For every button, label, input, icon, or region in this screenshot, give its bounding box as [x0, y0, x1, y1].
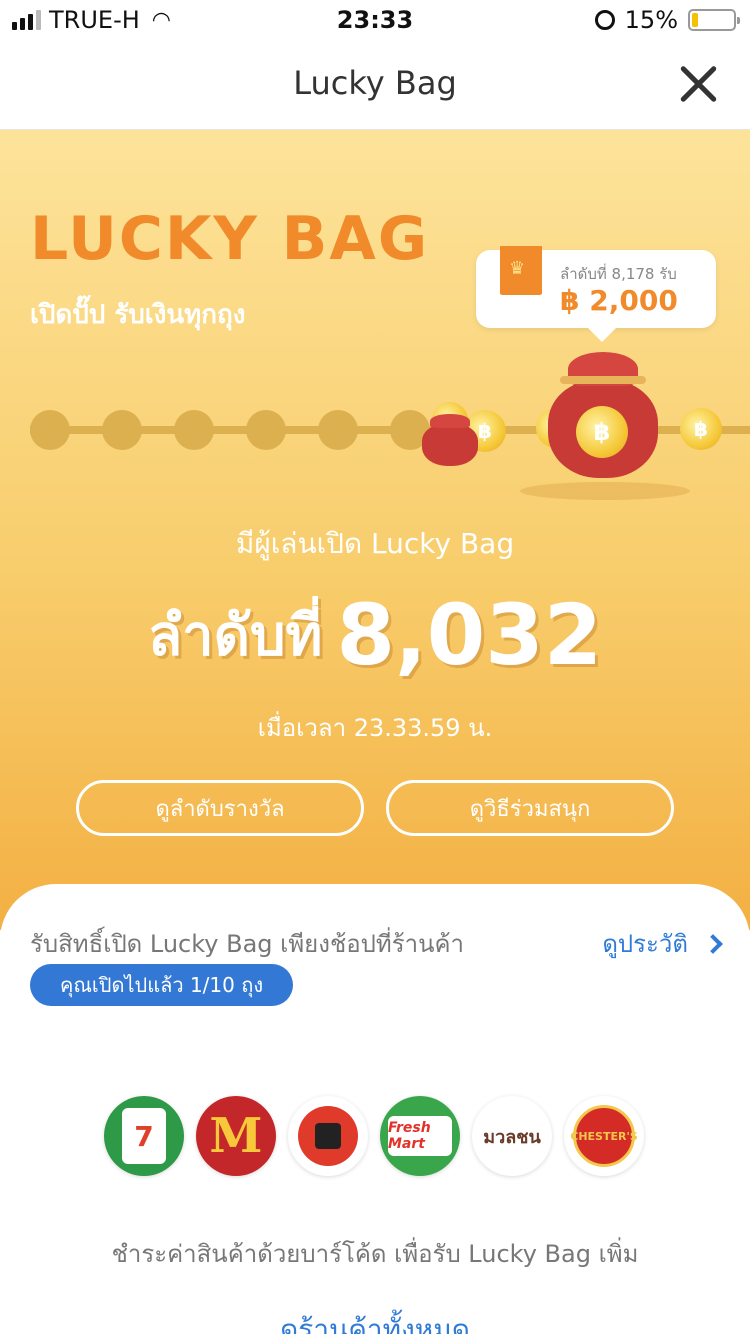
view-rewards-button[interactable]: ดูลำดับรางวัล: [76, 780, 364, 836]
ribbon-icon: ♛: [500, 246, 542, 294]
rank-number: 8,032: [336, 586, 603, 684]
coffee-cup-icon: [315, 1123, 341, 1149]
page-title: Lucky Bag: [293, 64, 457, 102]
alarm-icon: [594, 10, 615, 30]
mcdonalds-logo[interactable]: M: [196, 1096, 276, 1176]
close-icon[interactable]: [676, 62, 720, 106]
true-coffee-logo[interactable]: [288, 1096, 368, 1176]
cafe-logo[interactable]: มวลชน: [472, 1096, 552, 1176]
progress-dot: [318, 410, 358, 450]
rank-label: ลำดับที่: [147, 603, 323, 669]
progress-dot: [102, 410, 142, 450]
battery-percent: 15%: [624, 6, 678, 34]
prize-amount: ฿ 2,000: [560, 284, 678, 317]
navigation-bar: Lucky Bag: [0, 40, 750, 130]
chevron-right-icon: [703, 933, 723, 954]
bag-tie: [560, 376, 646, 384]
history-link-label: ดูประวัติ: [602, 930, 688, 958]
progress-dot: [30, 410, 70, 450]
prize-rank-text: ลำดับที่ 8,178 รับ: [560, 265, 677, 283]
pay-text: ชำระค่าสินค้าด้วยบาร์โค้ด เพื่อรับ Lucky…: [111, 1240, 639, 1268]
open-time: เมื่อเวลา 23.33.59 น.: [257, 714, 493, 742]
players-text: มีผู้เล่นเปิด Lucky Bag: [235, 527, 515, 560]
tagline: เปิดปั๊ป รับเงินทุกถุง: [30, 300, 246, 330]
opened-count-pill: คุณเปิดไปแล้ว 1/10 ถุง: [30, 964, 294, 1006]
history-link[interactable]: ดูประวัติ: [602, 924, 723, 963]
coin-icon: ฿: [680, 408, 722, 450]
cp-freshmart-logo[interactable]: Fresh Mart: [380, 1096, 460, 1176]
rank-display: ลำดับที่ 8,032: [0, 586, 750, 684]
battery-icon: [688, 9, 740, 31]
coin-icon: ฿: [576, 406, 628, 458]
freshmart-mark: Fresh Mart: [388, 1116, 452, 1156]
battery-fill: [692, 13, 698, 27]
status-bar: TRUE-H ◠ 23:33 15%: [0, 0, 750, 40]
bottom-sheet: รับสิทธิ์เปิด Lucky Bag เพียงช้อปที่ร้าน…: [0, 884, 750, 1334]
chesters-logo[interactable]: CHESTER'S: [564, 1096, 644, 1176]
brand-title: LUCKY BAG: [30, 204, 430, 274]
progress-dot: [174, 410, 214, 450]
seven-eleven-logo[interactable]: 7: [104, 1096, 184, 1176]
store-logos: 7 M Fresh Mart มวลชน CHESTER'S: [104, 1096, 644, 1176]
crown-icon: ♛: [509, 258, 526, 279]
lucky-bag-hero: LUCKY BAG เปิดปั๊ป รับเงินทุกถุง ฿ ฿ ฿ ฿…: [0, 130, 750, 930]
chesters-mark: CHESTER'S: [570, 1105, 638, 1167]
progress-dot: [246, 410, 286, 450]
true-coffee-mark: [298, 1106, 358, 1166]
all-stores-link[interactable]: ดูร้านค้าทั้งหมด: [0, 1308, 750, 1334]
info-text: รับสิทธิ์เปิด Lucky Bag เพียงช้อปที่ร้าน…: [30, 930, 465, 958]
how-to-play-button[interactable]: ดูวิธีร่วมสนุก: [386, 780, 674, 836]
status-right: 15%: [594, 6, 740, 34]
bag-shadow: [520, 482, 690, 500]
small-bag-icon: [422, 414, 478, 466]
seven-eleven-mark: 7: [122, 1108, 166, 1164]
prize-badge: ♛ ลำดับที่ 8,178 รับ ฿ 2,000: [476, 246, 716, 342]
